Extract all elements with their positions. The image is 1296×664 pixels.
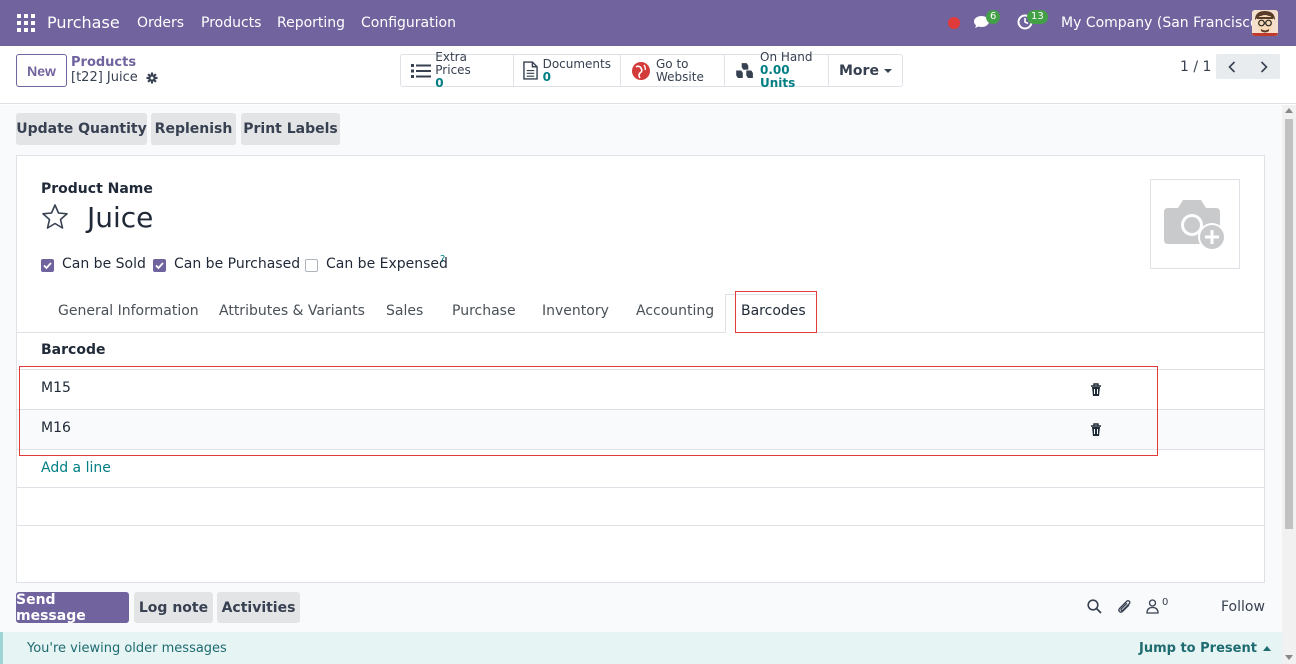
row-divider bbox=[17, 487, 1264, 488]
pager-next-button[interactable] bbox=[1248, 54, 1280, 79]
menu-reporting[interactable]: Reporting bbox=[277, 15, 345, 31]
documents-button[interactable]: Documents 0 bbox=[514, 55, 621, 86]
send-message-button[interactable]: Send message bbox=[16, 592, 129, 624]
extra-prices-button[interactable]: Extra Prices 0 bbox=[401, 51, 514, 90]
on-hand-label: On Hand bbox=[760, 50, 813, 64]
messages-count-badge: 6 bbox=[986, 10, 1001, 24]
can-be-sold-checkbox[interactable] bbox=[41, 259, 54, 272]
go-to-label: Go to bbox=[656, 56, 689, 71]
chevron-right-icon bbox=[1260, 60, 1268, 73]
form-sheet: Product Name Juice Can be Sold Can be Pu… bbox=[16, 155, 1265, 583]
tab-sales[interactable]: Sales bbox=[386, 303, 423, 319]
tab-highlight-box bbox=[735, 291, 817, 333]
new-button[interactable]: New bbox=[16, 54, 67, 87]
menu-orders[interactable]: Orders bbox=[137, 15, 184, 31]
document-icon bbox=[523, 60, 539, 82]
pager-value[interactable]: 1 / 1 bbox=[1180, 59, 1211, 75]
activities-button[interactable]: Activities bbox=[217, 592, 300, 623]
menu-products[interactable]: Products bbox=[201, 15, 261, 31]
older-messages-banner: You're viewing older messages Jump to Pr… bbox=[0, 632, 1282, 664]
followers-count: 0 bbox=[1162, 597, 1169, 608]
extra-prices-value: 0 bbox=[435, 76, 444, 90]
can-be-sold-label[interactable]: Can be Sold bbox=[62, 256, 146, 272]
list-icon bbox=[410, 60, 431, 82]
follow-button[interactable]: Follow bbox=[1221, 599, 1265, 615]
caret-up-icon bbox=[1262, 646, 1271, 651]
on-hand-value: 0.00 Units bbox=[760, 63, 796, 90]
product-name-label: Product Name bbox=[41, 181, 153, 197]
scroll-up-arrow-icon[interactable] bbox=[1285, 108, 1293, 113]
product-image-upload[interactable] bbox=[1150, 179, 1240, 269]
help-tooltip[interactable]: ? bbox=[440, 254, 445, 265]
search-icon[interactable] bbox=[1087, 599, 1102, 614]
log-note-button[interactable]: Log note bbox=[134, 592, 213, 623]
chevron-left-icon bbox=[1228, 60, 1236, 73]
update-quantity-button[interactable]: Update Quantity bbox=[16, 113, 147, 145]
extra-prices-label: Extra Prices bbox=[435, 50, 471, 77]
top-navbar: Purchase Orders Products Reporting Confi… bbox=[0, 0, 1296, 46]
add-a-line-link[interactable]: Add a line bbox=[41, 460, 111, 476]
website-label: Website bbox=[656, 69, 704, 84]
favorite-star-icon[interactable] bbox=[41, 203, 69, 231]
more-dropdown[interactable]: More bbox=[829, 55, 902, 86]
row-divider bbox=[17, 525, 1264, 526]
can-be-purchased-label[interactable]: Can be Purchased bbox=[174, 256, 300, 272]
tab-attributes-variants[interactable]: Attributes & Variants bbox=[219, 303, 365, 319]
activities-count-badge: 13 bbox=[1027, 10, 1048, 24]
cubes-icon bbox=[734, 60, 756, 82]
recording-indicator-icon[interactable] bbox=[948, 17, 960, 29]
breadcrumb-products[interactable]: Products bbox=[71, 55, 136, 70]
pager-previous-button[interactable] bbox=[1216, 54, 1248, 79]
vertical-scrollbar[interactable] bbox=[1282, 105, 1296, 664]
can-be-purchased-checkbox[interactable] bbox=[153, 259, 166, 272]
company-switcher[interactable]: My Company (San Francisco) bbox=[1061, 15, 1264, 31]
control-panel: New Products [t22] Juice Extra Prices 0 D… bbox=[0, 46, 1296, 104]
documents-value: 0 bbox=[542, 69, 551, 84]
user-avatar[interactable] bbox=[1252, 10, 1278, 36]
camera-add-icon bbox=[1164, 200, 1226, 251]
product-name-field[interactable]: Juice bbox=[87, 201, 153, 234]
smart-buttons: Extra Prices 0 Documents 0 Go to Website On… bbox=[400, 51, 903, 90]
on-hand-button[interactable]: On Hand 0.00 Units bbox=[725, 51, 829, 90]
print-labels-button[interactable]: Print Labels bbox=[241, 113, 340, 145]
documents-label: Documents bbox=[542, 56, 611, 71]
caret-down-icon bbox=[883, 68, 892, 73]
tabs-divider bbox=[17, 332, 1264, 333]
gear-icon[interactable] bbox=[146, 72, 158, 84]
globe-icon bbox=[630, 60, 652, 82]
tab-accounting[interactable]: Accounting bbox=[636, 303, 714, 319]
can-be-expensed-label[interactable]: Can be Expensed bbox=[326, 256, 448, 272]
followers-icon[interactable] bbox=[1146, 599, 1159, 614]
breadcrumb-current: [t22] Juice bbox=[71, 70, 138, 85]
jump-to-present-label: Jump to Present bbox=[1139, 641, 1257, 656]
tab-inventory[interactable]: Inventory bbox=[542, 303, 609, 319]
jump-to-present-link[interactable]: Jump to Present bbox=[1139, 641, 1271, 656]
tab-purchase[interactable]: Purchase bbox=[452, 303, 516, 319]
older-messages-text: You're viewing older messages bbox=[27, 641, 227, 656]
menu-configuration[interactable]: Configuration bbox=[361, 15, 456, 31]
more-label: More bbox=[839, 62, 879, 79]
go-to-website-button[interactable]: Go to Website bbox=[621, 55, 725, 86]
can-be-expensed-checkbox[interactable] bbox=[305, 259, 318, 272]
barcode-column-header[interactable]: Barcode bbox=[41, 342, 105, 358]
replenish-button[interactable]: Replenish bbox=[151, 113, 236, 145]
app-name[interactable]: Purchase bbox=[47, 13, 120, 32]
apps-menu-icon[interactable] bbox=[17, 14, 35, 32]
tab-general-information[interactable]: General Information bbox=[58, 303, 199, 319]
rows-highlight-box bbox=[19, 366, 1158, 456]
paperclip-icon[interactable] bbox=[1117, 598, 1132, 615]
scroll-down-arrow-icon[interactable] bbox=[1285, 655, 1293, 660]
scrollbar-thumb[interactable] bbox=[1285, 119, 1293, 529]
